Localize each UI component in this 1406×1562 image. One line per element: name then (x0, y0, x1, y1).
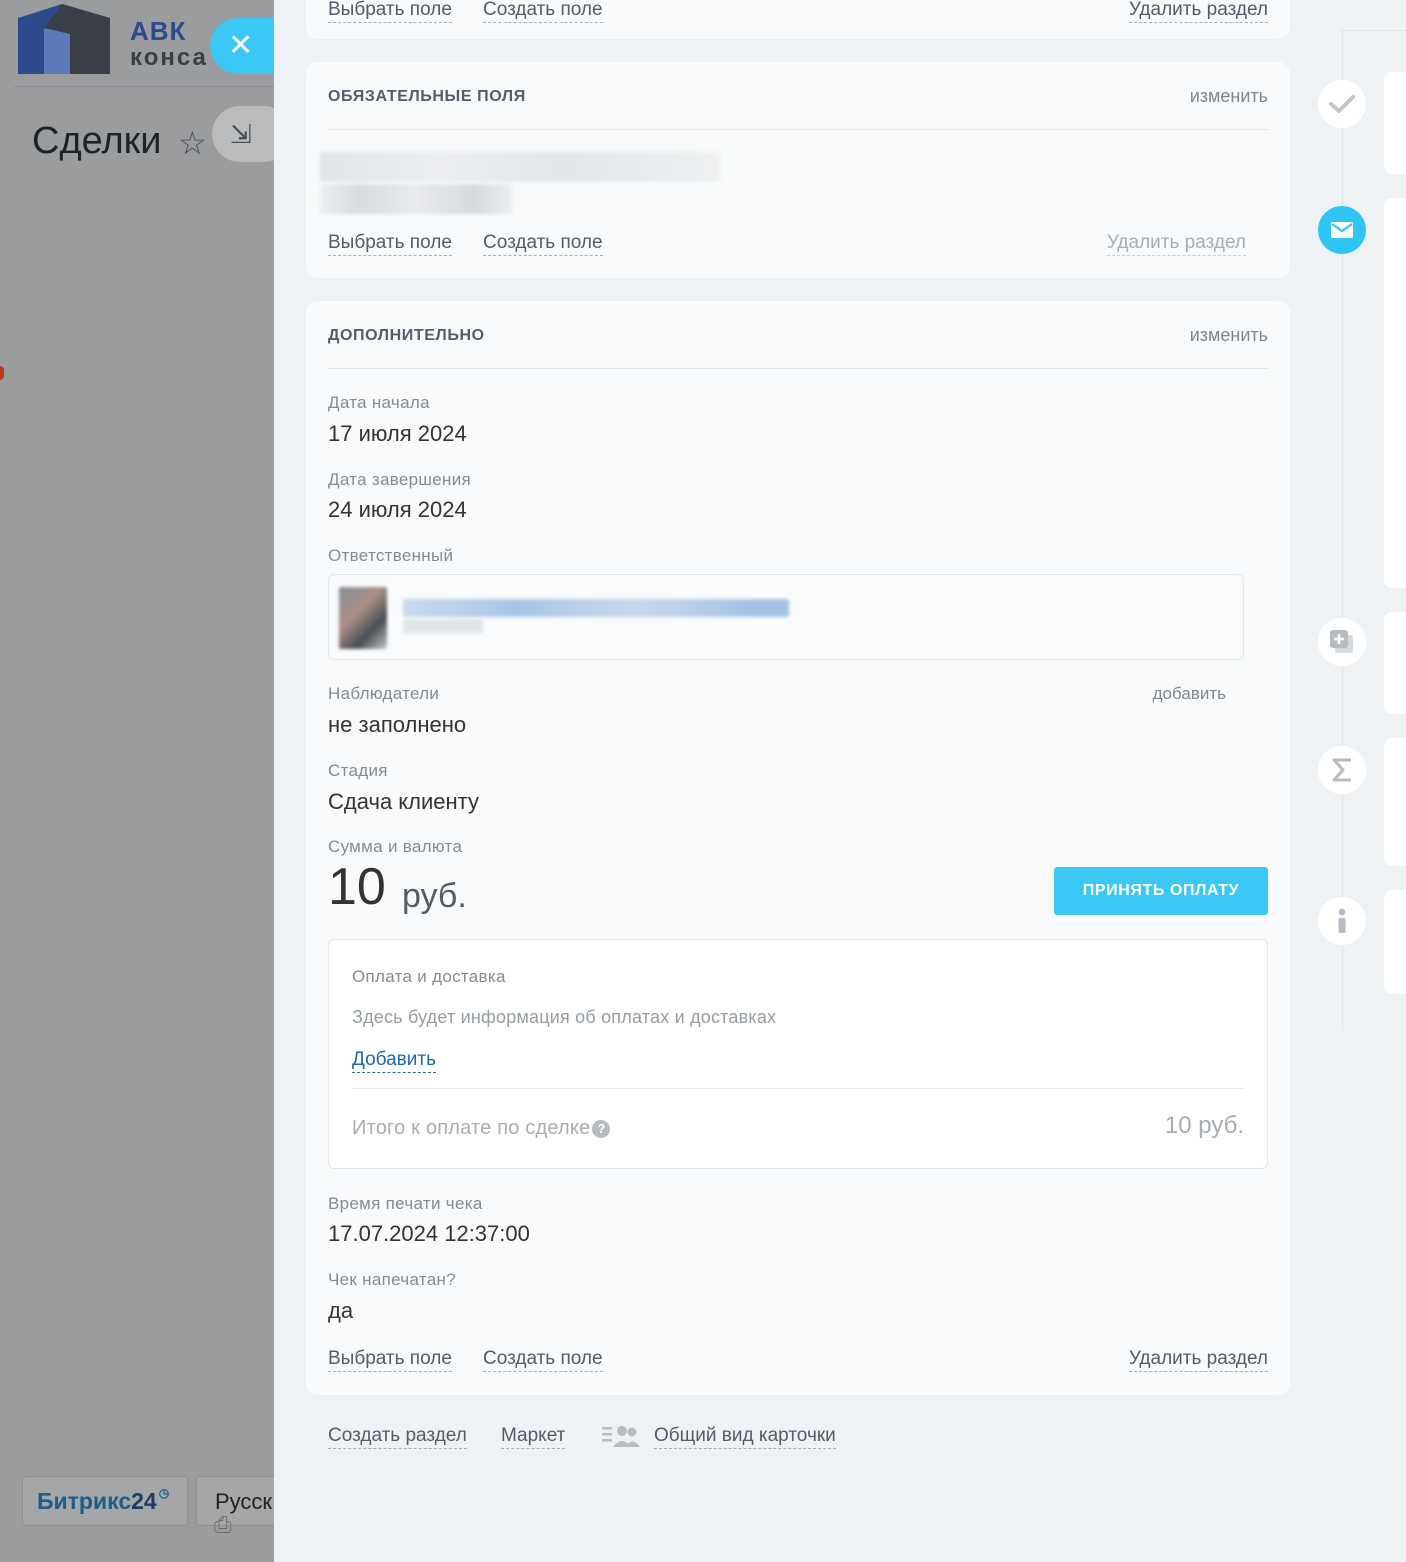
blurred-user-name[interactable] (403, 599, 789, 617)
timeline-email-button[interactable] (1318, 206, 1366, 254)
section-card-required: ОБЯЗАТЕЛЬНЫЕ ПОЛЯ изменить Выбрать поле … (306, 62, 1290, 278)
receipt-time-label: Время печати чека (328, 1194, 483, 1213)
timeline-task-button[interactable] (1318, 80, 1366, 128)
help-icon[interactable]: ? (592, 1120, 611, 1138)
responsible-user-card[interactable] (328, 574, 1244, 660)
blurred-field-line2 (320, 184, 512, 214)
payment-total-label: Итого к оплате по сделке? (352, 1117, 611, 1140)
select-field-link[interactable]: Выбрать поле (328, 231, 452, 256)
payment-divider (352, 1088, 1244, 1089)
background-page: АВК конса Сделки ☆ ⇲ Битрикс 24 ◷ Русск ⎙ (0, 0, 274, 1562)
observers-value[interactable]: не заполнено (328, 712, 466, 738)
blurred-user-position (403, 619, 483, 633)
timeline-card (1384, 612, 1406, 714)
section-footer-links: Выбрать поле Создать поле Удалить раздел (328, 0, 1268, 24)
avatar[interactable] (339, 587, 387, 649)
create-section-link[interactable]: Создать раздел (328, 1424, 467, 1449)
timeline-card (1384, 72, 1406, 174)
section-edit-link[interactable]: изменить (1190, 86, 1268, 107)
timeline-info-button[interactable] (1318, 897, 1366, 945)
stage-value[interactable]: Сдача клиенту (328, 789, 479, 815)
section-edit-link[interactable]: изменить (1190, 325, 1268, 346)
receipt-printed-label: Чек напечатан? (328, 1270, 456, 1289)
collapse-slider-button[interactable]: ⇲ (212, 106, 274, 162)
mail-icon (1331, 222, 1353, 238)
logo-cube-icon (18, 4, 110, 74)
responsible-label: Ответственный (328, 546, 454, 565)
timeline-line (1342, 30, 1343, 1030)
timeline-card (1384, 890, 1406, 994)
timeline-card (1384, 198, 1406, 588)
add-observers-link[interactable]: добавить (1153, 684, 1226, 704)
collapse-icon: ⇲ (230, 118, 252, 149)
bitrix-number: 24 (131, 1487, 157, 1514)
notification-dot (0, 366, 4, 380)
section-card-additional: ДОПОЛНИТЕЛЬНО изменить Дата начала 17 ию… (306, 301, 1290, 1395)
page-title: Сделки (32, 120, 162, 162)
bitrix-name: Битрикс (37, 1487, 132, 1514)
accept-payment-button[interactable]: ПРИНЯТЬ ОПЛАТУ (1054, 867, 1268, 915)
blurred-field-line1 (320, 152, 720, 182)
amount-label: Сумма и валюта (328, 837, 463, 856)
timeline-sum-button[interactable] (1318, 746, 1366, 794)
section-footer-links: Выбрать поле Создать поле Удалить раздел (328, 231, 1268, 257)
logo-text-line1: АВК (130, 16, 187, 46)
start-date-label: Дата начала (328, 393, 430, 412)
delete-section-link[interactable]: Удалить раздел (1128, 1347, 1268, 1372)
select-field-link[interactable]: Выбрать поле (328, 1347, 452, 1372)
delete-section-link[interactable]: Удалить раздел (1128, 0, 1268, 23)
clock-icon: ◷ (158, 1486, 170, 1500)
create-field-link[interactable]: Создать поле (483, 0, 603, 23)
receipt-printed-value[interactable]: да (328, 1298, 353, 1324)
sum-icon (1332, 758, 1351, 782)
favorite-star-icon[interactable]: ☆ (178, 124, 207, 162)
payment-block-title: Оплата и доставка (352, 967, 506, 986)
timeline-card (1384, 738, 1406, 866)
section-header: ОБЯЗАТЕЛЬНЫЕ ПОЛЯ изменить (328, 62, 1268, 130)
people-icon (602, 1426, 640, 1447)
end-date-label: Дата завершения (328, 470, 472, 489)
header-divider (14, 86, 274, 87)
close-icon: ✕ (228, 29, 254, 62)
language-selector[interactable]: Русск (196, 1476, 274, 1526)
deal-slider-panel: Выбрать поле Создать поле Удалить раздел… (274, 0, 1406, 1562)
delete-section-link[interactable]: Удалить раздел (1106, 231, 1246, 256)
print-icon[interactable]: ⎙ (214, 1512, 232, 1538)
market-link[interactable]: Маркет (501, 1424, 566, 1449)
receipt-time-value[interactable]: 17.07.2024 12:37:00 (328, 1221, 530, 1247)
check-icon (1329, 95, 1355, 113)
section-card-top: Выбрать поле Создать поле Удалить раздел (306, 0, 1290, 39)
payment-total-text: Итого к оплате по сделке (352, 1117, 591, 1139)
timeline-add-button[interactable] (1318, 618, 1366, 666)
logo-text-line2: конса (130, 44, 208, 71)
start-date-value[interactable]: 17 июля 2024 (328, 421, 467, 447)
add-copy-icon (1330, 630, 1353, 653)
observers-label: Наблюдатели (328, 684, 440, 703)
section-header: ДОПОЛНИТЕЛЬНО изменить (328, 301, 1268, 369)
payment-delivery-block: Оплата и доставка Здесь будет информация… (328, 939, 1268, 1169)
common-card-view-link[interactable]: Общий вид карточки (654, 1424, 836, 1449)
section-title: ДОПОЛНИТЕЛЬНО (328, 327, 485, 344)
payment-block-info: Здесь будет информация об оплатах и дост… (352, 1007, 777, 1027)
stage-label: Стадия (328, 761, 388, 780)
timeline-top-line (1342, 30, 1406, 31)
info-icon (1338, 908, 1346, 933)
amount-value[interactable]: 10 (328, 857, 386, 917)
section-footer-links: Выбрать поле Создать поле Удалить раздел (328, 1347, 1268, 1373)
create-field-link[interactable]: Создать поле (483, 1347, 603, 1372)
create-field-link[interactable]: Создать поле (483, 231, 603, 256)
payment-total-value: 10 руб. (1164, 1112, 1244, 1139)
add-payment-link[interactable]: Добавить (352, 1048, 436, 1073)
select-field-link[interactable]: Выбрать поле (328, 0, 452, 23)
section-title: ОБЯЗАТЕЛЬНЫЕ ПОЛЯ (328, 88, 526, 105)
currency-value[interactable]: руб. (402, 877, 467, 916)
bitrix24-logo[interactable]: Битрикс 24 ◷ (22, 1476, 188, 1526)
end-date-value[interactable]: 24 июля 2024 (328, 497, 467, 523)
